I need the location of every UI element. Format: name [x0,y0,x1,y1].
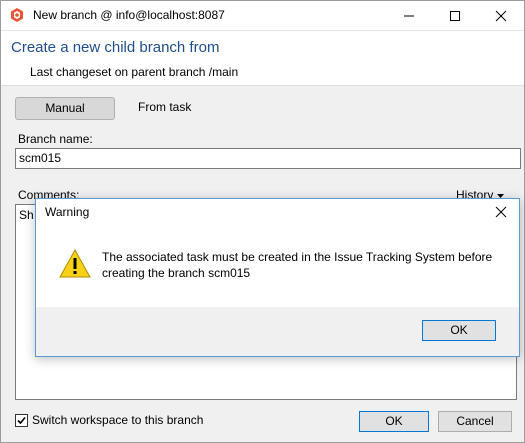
checkmark-icon [17,416,26,425]
maximize-button[interactable] [432,1,478,30]
warning-dialog-titlebar: Warning [36,199,519,225]
close-icon [495,10,507,22]
branch-name-label: Branch name: [18,132,93,146]
ok-button[interactable]: OK [359,411,429,432]
warning-icon [59,248,91,282]
maximize-icon [450,11,460,21]
comments-text: Sh [19,208,34,222]
minimize-button[interactable] [386,1,432,30]
switch-workspace-checkbox[interactable] [15,414,28,427]
switch-workspace-label: Switch workspace to this branch [32,413,204,427]
warning-dialog-title: Warning [45,205,90,219]
warning-message: The associated task must be created in t… [102,250,493,280]
plastic-scm-app-icon [9,7,25,23]
warning-ok-button[interactable]: OK [422,320,496,341]
window-title: New branch @ info@localhost:8087 [33,8,225,22]
warning-dialog: Warning The associated task must be crea… [35,198,520,357]
warning-dialog-close-button[interactable] [495,206,507,218]
close-icon [495,206,507,218]
tab-manual[interactable]: Manual [15,97,115,120]
warning-dialog-body: The associated task must be created in t… [36,225,519,307]
close-button[interactable] [478,1,524,30]
page-title: Create a new child branch from [11,39,220,56]
parent-branch-subtitle: Last changeset on parent branch /main [30,65,239,79]
dialog-header: Create a new child branch from Last chan… [1,31,524,86]
branch-name-input[interactable]: scm015 [15,148,521,169]
window-titlebar: New branch @ info@localhost:8087 [1,1,524,31]
minimize-icon [404,15,414,17]
tab-from-task[interactable]: From task [138,100,191,114]
cancel-button[interactable]: Cancel [438,411,512,432]
